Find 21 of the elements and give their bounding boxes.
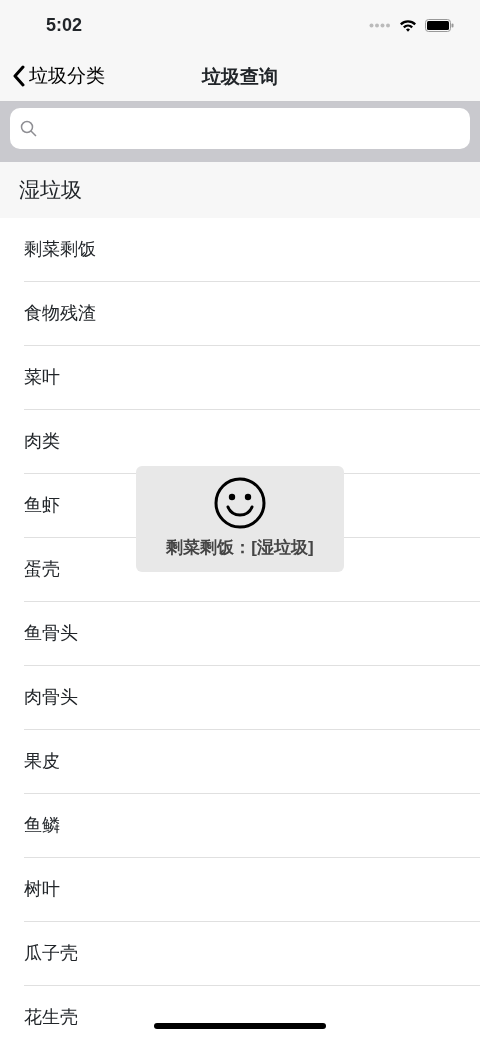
page-title: 垃圾查询 — [202, 66, 278, 87]
search-icon — [20, 120, 37, 137]
search-field[interactable] — [10, 108, 470, 149]
list-item[interactable]: 肉骨头 — [24, 666, 480, 730]
smiley-icon — [214, 477, 266, 530]
list-item[interactable]: 瓜子壳 — [24, 922, 480, 986]
list-item[interactable]: 鱼骨头 — [24, 602, 480, 666]
toast-message: 剩菜剩饭：[湿垃圾] — [166, 537, 314, 560]
list-item[interactable]: 果皮 — [24, 730, 480, 794]
signal-icon — [369, 22, 391, 28]
section-header: 湿垃圾 — [0, 162, 480, 218]
list-item[interactable]: 菜叶 — [24, 346, 480, 410]
back-chevron-icon — [12, 65, 25, 87]
status-time: 5:02 — [46, 13, 83, 37]
list-item[interactable]: 鱼鳞 — [24, 794, 480, 858]
battery-icon — [425, 18, 454, 32]
list-item[interactable]: 食物残渣 — [24, 282, 480, 346]
list-item[interactable]: 树叶 — [24, 858, 480, 922]
back-button[interactable]: 垃圾分类 — [0, 50, 105, 102]
wifi-icon — [399, 18, 417, 32]
list-item[interactable]: 剩菜剩饭 — [24, 218, 480, 282]
